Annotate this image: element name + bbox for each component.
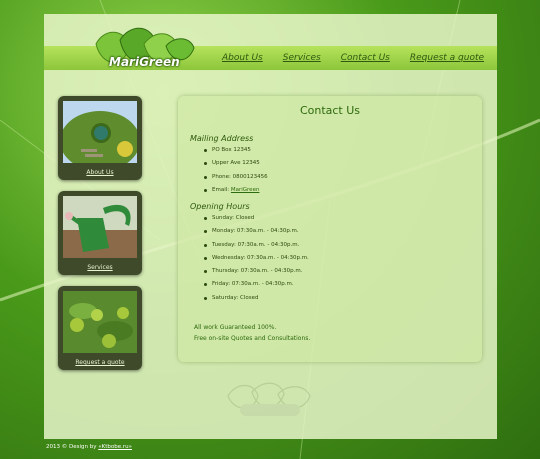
sidebar-caption-quote[interactable]: Request a quote: [58, 359, 142, 366]
hours-list: Sunday: Closed Monday: 07:30a.m. - 04:30…: [202, 212, 309, 305]
sidebar-card-about[interactable]: About Us: [58, 96, 142, 180]
nav-contact-us[interactable]: Contact Us: [341, 53, 390, 63]
footer: 2013 © Design by «Ktbobe.ru»: [46, 444, 132, 450]
mailing-list: PO Box 12345 Upper Ave 12345 Phone: 0800…: [202, 144, 268, 197]
list-item: Wednesday: 07:30a.m. - 04:30p.m.: [202, 252, 309, 265]
contact-panel: Contact Us Mailing Address PO Box 12345 …: [178, 96, 482, 362]
list-item: Email: MariGreen: [202, 184, 268, 197]
footer-credit-link[interactable]: «Ktbobe.ru»: [98, 444, 132, 450]
nav-about-us[interactable]: About Us: [222, 53, 263, 63]
fruit-tree-image: [63, 291, 137, 353]
list-item: Saturday: Closed: [202, 292, 309, 305]
list-item: Sunday: Closed: [202, 212, 309, 225]
logo-text[interactable]: MariGreen: [109, 55, 180, 69]
main-nav: About Us Services Contact Us Request a q…: [222, 53, 484, 63]
guarantee-note: All work Guaranteed 100%. Free on-site Q…: [194, 322, 310, 344]
mailing-address-heading: Mailing Address: [190, 134, 254, 143]
email-link[interactable]: MariGreen: [231, 187, 260, 193]
sidebar-card-services[interactable]: Services: [58, 191, 142, 275]
note-line-2: Free on-site Quotes and Consultations.: [194, 335, 311, 342]
list-item: Monday: 07:30a.m. - 04:30p.m.: [202, 225, 309, 238]
sidebar-card-quote[interactable]: Request a quote: [58, 286, 142, 370]
list-item: Thursday: 07:30a.m. - 04:30p.m.: [202, 265, 309, 278]
list-item: Upper Ave 12345: [202, 157, 268, 170]
email-label: Email:: [212, 186, 231, 193]
nav-services[interactable]: Services: [283, 53, 321, 63]
list-item: Friday: 07:30a.m. - 04:30p.m.: [202, 278, 309, 291]
page-title: Contact Us: [299, 104, 361, 117]
note-line-1: All work Guaranteed 100%.: [194, 324, 277, 331]
sidebar-caption-services[interactable]: Services: [58, 264, 142, 271]
hobbit-house-image: [63, 101, 137, 163]
footer-logo-icon: [227, 382, 311, 416]
footer-copyright: 2013 © Design by: [46, 444, 99, 450]
list-item: Phone: 0800123456: [202, 171, 268, 184]
list-item: Tuesday: 07:30a.m. - 04:30p.m.: [202, 239, 309, 252]
list-item: PO Box 12345: [202, 144, 268, 157]
nav-request-quote[interactable]: Request a quote: [410, 53, 484, 63]
opening-hours-heading: Opening Hours: [190, 202, 250, 211]
sidebar-caption-about[interactable]: About Us: [58, 169, 142, 176]
watering-can-image: [63, 196, 137, 258]
